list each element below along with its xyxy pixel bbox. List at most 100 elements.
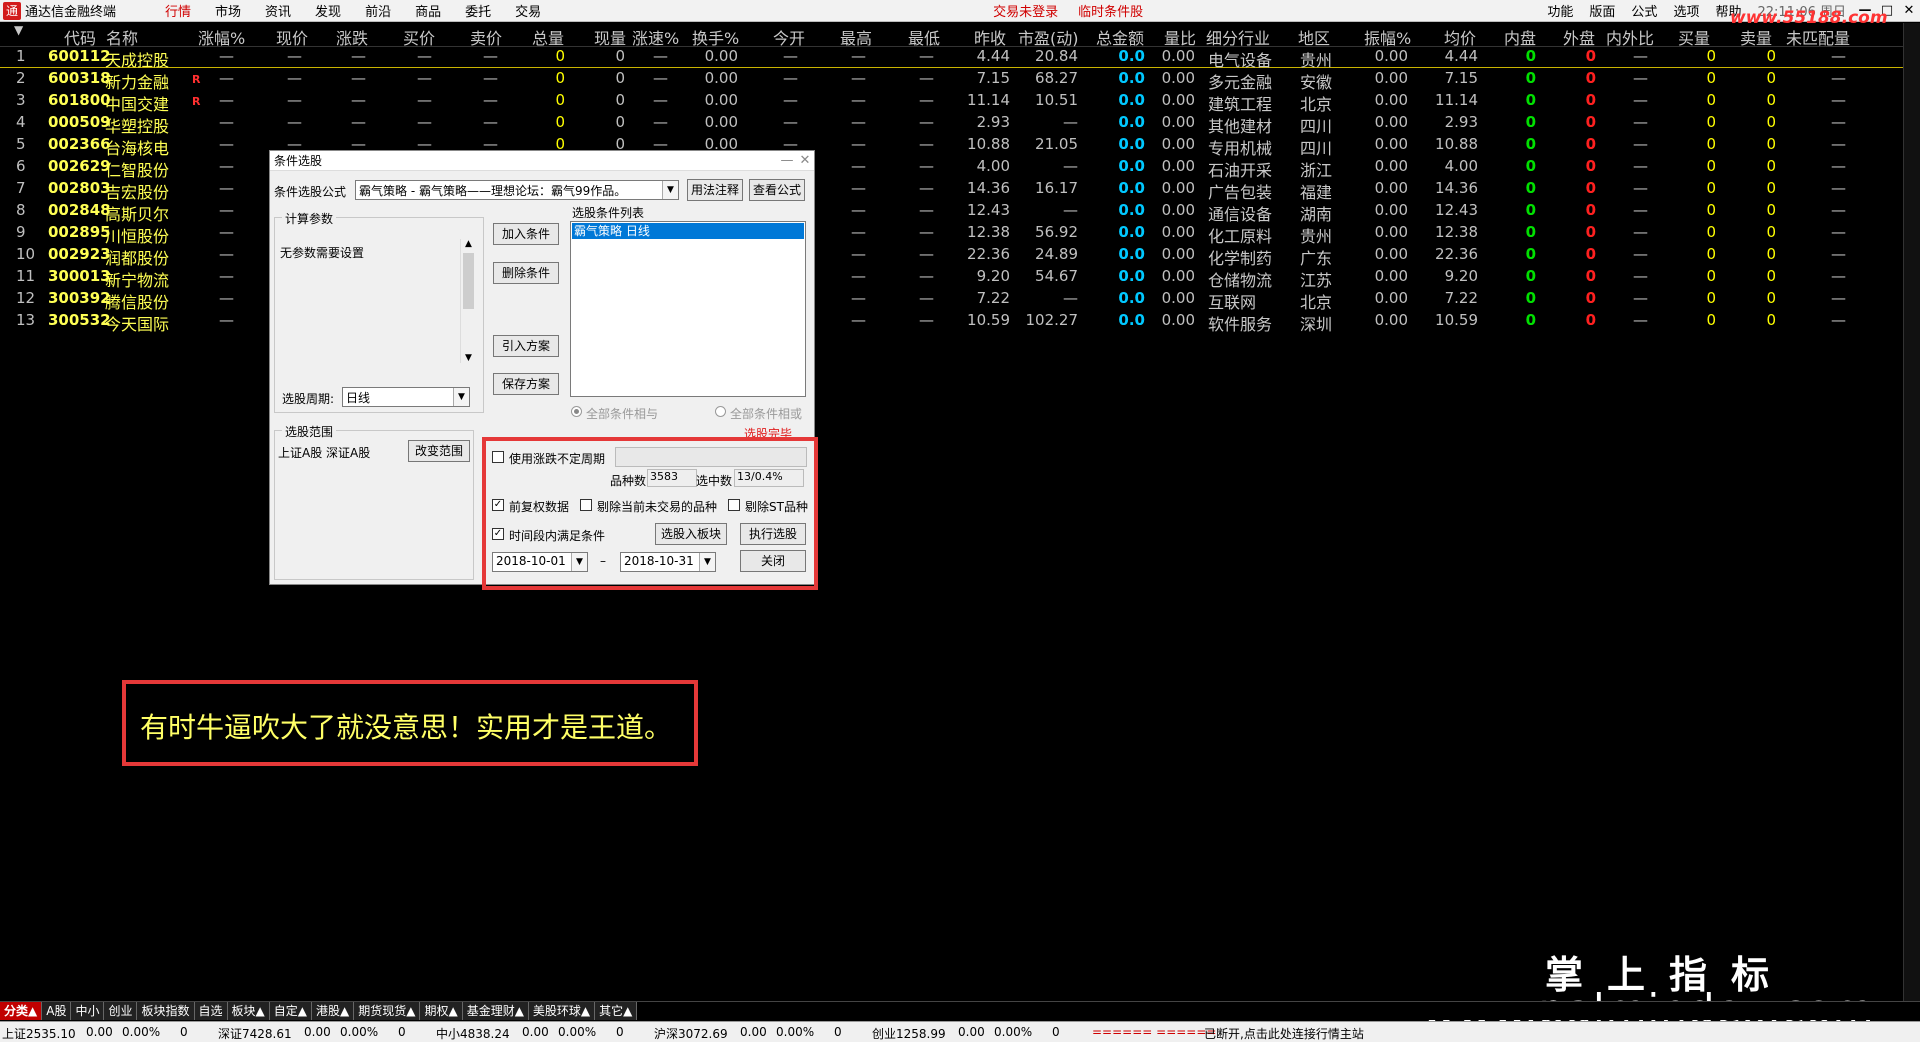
category-tab[interactable]: 中小 — [71, 1002, 105, 1020]
table-cell: 0 — [1766, 135, 1776, 153]
table-cell: 0 — [1706, 245, 1716, 263]
zx-vol: 0 — [616, 1025, 624, 1039]
or-radio[interactable] — [715, 406, 726, 417]
category-tab[interactable]: 其它▲ — [595, 1002, 638, 1020]
condition-list-item[interactable]: 霸气策略 日线 — [572, 223, 804, 239]
table-row[interactable]: 2 600318 新力金融 R — — — — —0 0—0.00— — —7.15 68.27 0.0 0… — [0, 68, 1920, 92]
sz-change: 0.00 — [304, 1025, 331, 1039]
table-cell: 0.00 — [704, 69, 738, 87]
category-tab[interactable]: 板块▲ — [227, 1002, 270, 1020]
table-cell: 12.38 — [1435, 223, 1478, 241]
category-tab[interactable]: 期权▲ — [420, 1002, 463, 1020]
table-cell: 2 — [16, 69, 26, 87]
period-select[interactable]: 日线 ▼ — [342, 387, 470, 407]
table-cell: 7 — [16, 179, 26, 197]
sort-arrow-icon[interactable]: ▼ — [14, 23, 23, 37]
chevron-down-icon[interactable]: ▼ — [453, 388, 469, 406]
sh-index[interactable]: 上证2535.10 — [2, 1025, 76, 1042]
table-cell: 0 — [1706, 289, 1716, 307]
scroll-up-icon[interactable]: ▲ — [461, 239, 476, 249]
category-tab[interactable]: 基金理财▲ — [462, 1002, 529, 1020]
cy-index[interactable]: 创业1258.99 — [872, 1025, 946, 1042]
category-tab[interactable]: 期货现货▲ — [354, 1002, 421, 1020]
menu-function[interactable]: 功能 — [1539, 1, 1581, 20]
menu-quotes[interactable]: 行情 — [153, 1, 203, 20]
menu-commodity[interactable]: 商品 — [403, 1, 453, 20]
table-cell: — — [653, 113, 668, 131]
table-cell: — — [919, 267, 934, 285]
vertical-scrollbar[interactable] — [1903, 23, 1920, 1001]
zx-index[interactable]: 中小4838.24 — [436, 1025, 510, 1042]
table-cell: 0 — [1766, 267, 1776, 285]
table-cell: 0 — [615, 113, 625, 131]
menu-layout[interactable]: 版面 — [1581, 1, 1623, 20]
sz-index[interactable]: 深证7428.61 — [218, 1025, 292, 1042]
table-cell: — — [1633, 135, 1648, 153]
table-cell: — — [851, 267, 866, 285]
formula-label: 条件选股公式 — [274, 185, 347, 199]
view-formula-button[interactable]: 查看公式 — [749, 179, 805, 201]
table-cell: — — [1633, 223, 1648, 241]
table-cell: — — [483, 91, 498, 109]
table-row[interactable]: 3 601800 中国交建 R — — — — —0 0—0.00— — —11.14 10.51 0.0… — [0, 90, 1920, 114]
table-cell: — — [783, 69, 798, 87]
add-condition-button[interactable]: 加入条件 — [493, 223, 559, 245]
menu-order[interactable]: 委托 — [453, 1, 503, 20]
menu-frontier[interactable]: 前沿 — [353, 1, 403, 20]
table-cell: 7.22 — [976, 289, 1010, 307]
table-row[interactable]: 1 600112 天成控股 — — — — —0 0—0.00— — —4.44 20.84 0.0 0.… — [0, 46, 1920, 70]
and-radio[interactable] — [571, 406, 582, 417]
menu-market[interactable]: 市场 — [203, 1, 253, 20]
period-value: 日线 — [346, 391, 371, 405]
table-cell: 0 — [615, 47, 625, 65]
chevron-down-icon[interactable]: ▼ — [662, 181, 678, 199]
range-group-label: 选股范围 — [282, 423, 337, 440]
formula-select[interactable]: 霸气策略 - 霸气策略——理想论坛：霸气99作品。 ▼ — [355, 180, 679, 200]
connection-status[interactable]: 已断开,点击此处连接行情主站 — [1204, 1025, 1364, 1042]
import-scheme-button[interactable]: 引入方案 — [493, 335, 559, 357]
table-cell: 0.00 — [1161, 47, 1195, 65]
params-scrollbar[interactable]: ▲ ▼ — [460, 239, 476, 363]
table-cell: 000509 — [48, 113, 111, 131]
dialog-minimize-icon[interactable]: — — [778, 153, 796, 168]
temp-screen-link[interactable]: 临时条件股 — [1068, 1, 1153, 20]
menu-trade[interactable]: 交易 — [503, 1, 553, 20]
condition-list[interactable]: 霸气策略 日线 — [570, 221, 806, 397]
category-tab[interactable]: 创业 — [104, 1002, 138, 1020]
save-scheme-button[interactable]: 保存方案 — [493, 373, 559, 395]
scroll-down-icon[interactable]: ▼ — [461, 353, 476, 363]
table-cell: — — [1831, 267, 1846, 285]
trade-login-status[interactable]: 交易未登录 — [983, 1, 1068, 20]
dialog-titlebar[interactable]: 条件选股 — ✕ — [270, 151, 814, 171]
table-cell: — — [219, 201, 234, 219]
table-cell: 0.00 — [1161, 201, 1195, 219]
table-cell: 0.00 — [704, 47, 738, 65]
category-tab[interactable]: 板块指数 — [137, 1002, 195, 1020]
close-icon[interactable]: ✕ — [1898, 3, 1920, 18]
category-tab[interactable]: 港股▲ — [311, 1002, 355, 1020]
table-row[interactable]: 4 000509 华塑控股 — — — — —0 0—0.00— — —2.93—0.0 0.00 其他… — [0, 112, 1920, 136]
hs-index[interactable]: 沪深3072.69 — [654, 1025, 728, 1042]
table-cell: 56.92 — [1035, 223, 1078, 241]
delete-condition-button[interactable]: 删除条件 — [493, 262, 559, 284]
table-cell: 0 — [1585, 135, 1596, 153]
table-cell: — — [1831, 223, 1846, 241]
table-cell: 0 — [1585, 245, 1596, 263]
table-cell: 4.00 — [1444, 157, 1478, 175]
usage-button[interactable]: 用法注释 — [687, 179, 743, 201]
menu-news[interactable]: 资讯 — [253, 1, 303, 20]
menu-options[interactable]: 选项 — [1665, 1, 1707, 20]
category-tab[interactable]: 美股环球▲ — [528, 1002, 596, 1020]
dialog-close-icon[interactable]: ✕ — [796, 153, 814, 168]
change-range-button[interactable]: 改变范围 — [408, 440, 470, 462]
menu-formula[interactable]: 公式 — [1623, 1, 1665, 20]
category-tab[interactable]: A股 — [42, 1002, 72, 1020]
category-tab[interactable]: 自定▲ — [269, 1002, 312, 1020]
category-tab[interactable]: 分类▲ — [0, 1002, 43, 1020]
hs-pct: 0.00% — [776, 1025, 815, 1039]
menu-discover[interactable]: 发现 — [303, 1, 353, 20]
table-cell: — — [287, 91, 302, 109]
category-tab[interactable]: 自选 — [194, 1002, 228, 1020]
table-cell: — — [1633, 91, 1648, 109]
scroll-thumb[interactable] — [463, 253, 474, 309]
